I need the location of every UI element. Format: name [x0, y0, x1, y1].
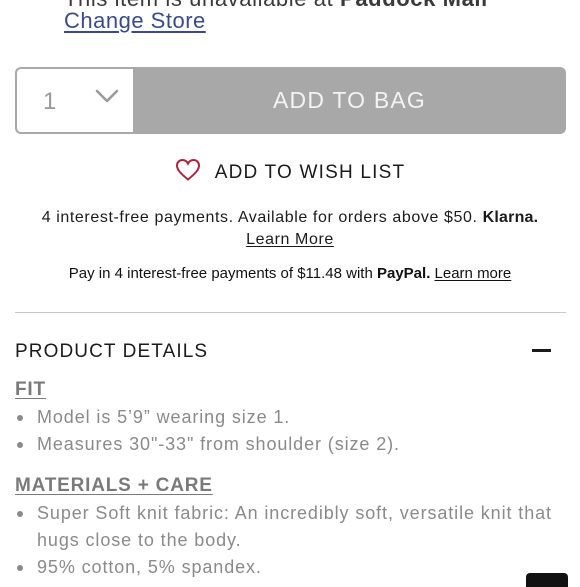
materials-list: Super Soft knit fabric: An incredibly so… [15, 500, 570, 581]
add-to-wish-list-button[interactable]: ADD TO WISH LIST [0, 158, 580, 187]
heart-icon [175, 158, 201, 187]
paypal-text: Pay in 4 interest-free payments of $11.4… [68, 265, 373, 282]
list-item: Model is 5’9” wearing size 1. [15, 404, 570, 431]
fit-list: Model is 5’9” wearing size 1. Measures 3… [15, 404, 570, 458]
list-item: 95% cotton, 5% spandex. [15, 554, 570, 581]
add-to-wish-list-label: ADD TO WISH LIST [214, 161, 406, 183]
paypal-logo: PayPal. [376, 265, 431, 282]
section-divider [15, 312, 566, 313]
product-details-title[interactable]: PRODUCT DETAILS [15, 341, 208, 363]
paypal-learn-more-link[interactable]: Learn more [435, 265, 512, 282]
collapse-minus-icon[interactable] [532, 349, 551, 352]
klarna-learn-more-link[interactable]: Learn More [246, 231, 334, 248]
list-item: Super Soft knit fabric: An incredibly so… [15, 500, 570, 554]
chevron-down-icon [95, 88, 119, 109]
paypal-message: Pay in 4 interest-free payments of $11.4… [0, 265, 580, 282]
materials-care-heading: MATERIALS + CARE [15, 475, 213, 496]
klarna-message: 4 interest-free payments. Available for … [0, 207, 580, 251]
floating-action-button[interactable] [526, 573, 568, 587]
klarna-logo: Klarna. [482, 209, 539, 226]
change-store-link[interactable]: Change Store [64, 8, 206, 34]
quantity-value: 1 [43, 88, 57, 115]
add-to-bag-button[interactable]: ADD TO BAG [133, 67, 566, 134]
klarna-text: 4 interest-free payments. Available for … [41, 209, 478, 226]
fit-heading: FIT [15, 379, 46, 400]
list-item: Measures 30"-33" from shoulder (size 2). [15, 431, 570, 458]
add-to-bag-label: ADD TO BAG [272, 87, 427, 113]
store-name: Paddock Mall [340, 0, 488, 11]
